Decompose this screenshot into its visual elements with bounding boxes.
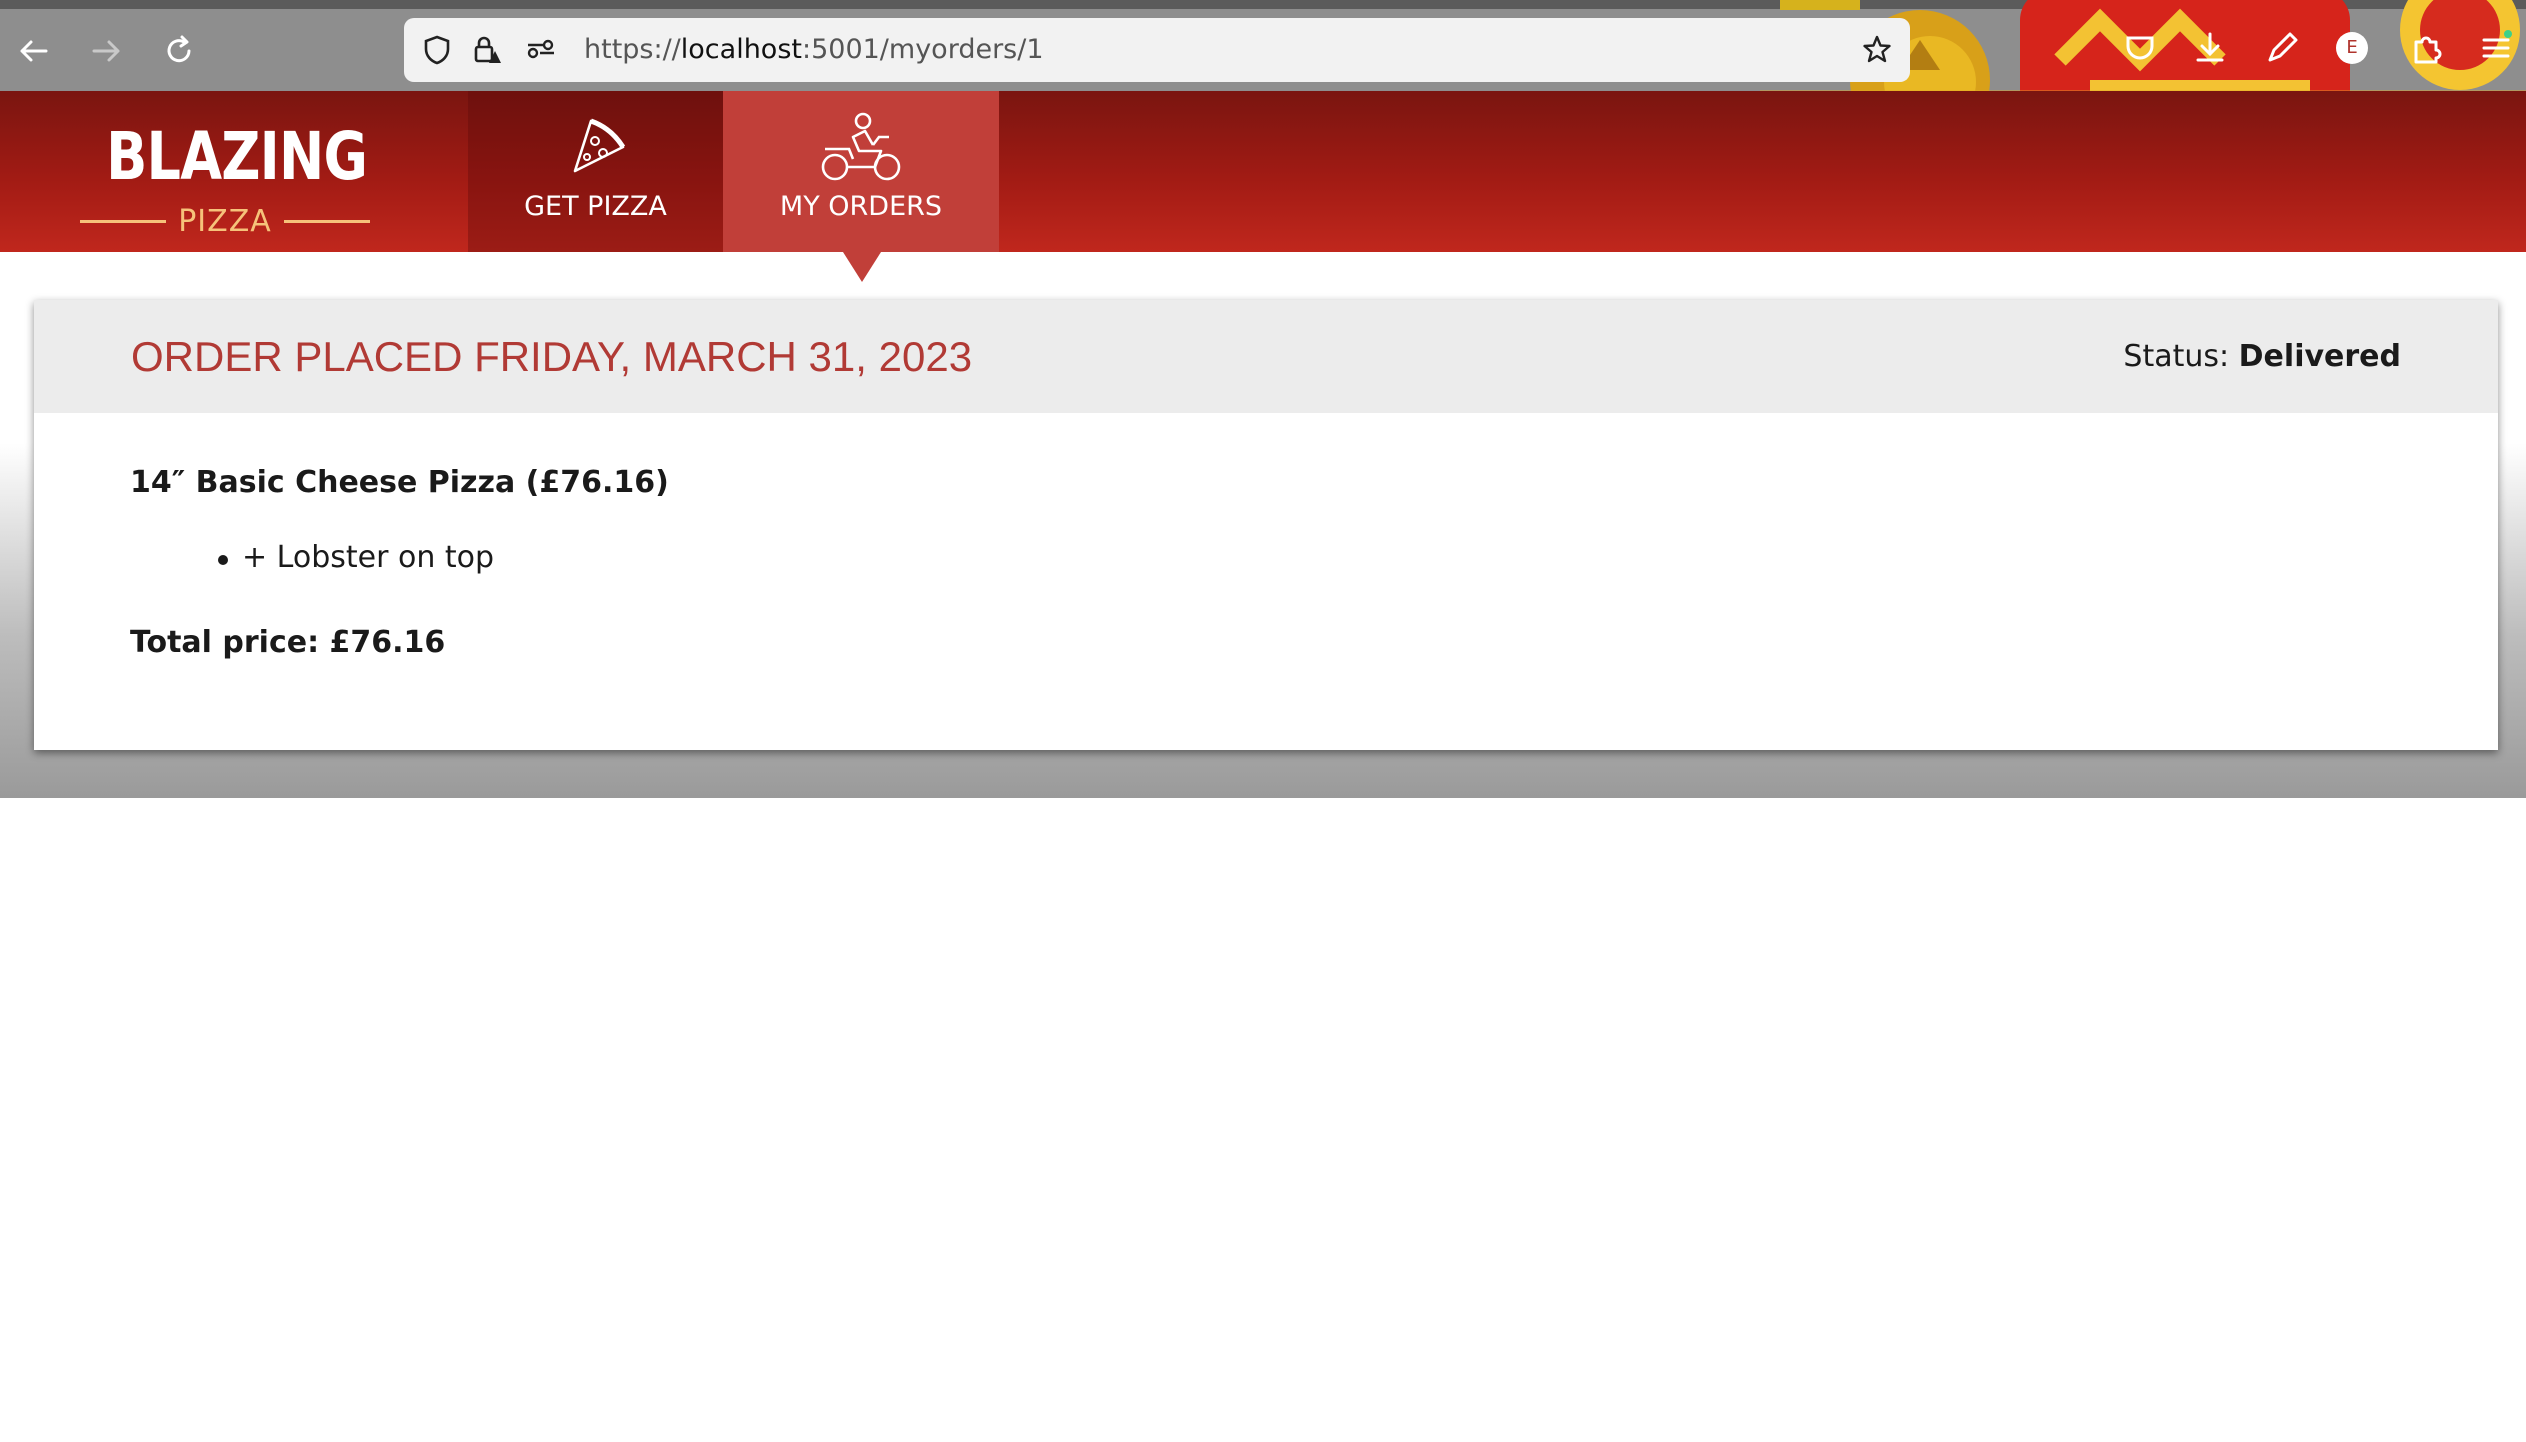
topping-list-item: + Lobster on top	[130, 540, 494, 575]
nav-tab-get-pizza[interactable]: GET PIZZA	[468, 91, 723, 252]
menu-icon[interactable]	[2476, 28, 2516, 68]
url-scheme: https://	[584, 34, 681, 65]
reload-icon	[167, 35, 191, 63]
pen-icon[interactable]	[2262, 28, 2302, 68]
avatar-initial: E	[2346, 37, 2358, 58]
url-host: localhost	[680, 34, 802, 65]
active-tab-indicator	[843, 252, 881, 282]
order-card-header: ORDER PLACED FRIDAY, MARCH 31, 2023 Stat…	[34, 300, 2498, 413]
site-logo[interactable]: BLAZING PIZZA	[80, 118, 370, 239]
reload-button[interactable]	[158, 30, 200, 72]
shield-icon[interactable]	[420, 33, 454, 67]
pocket-icon[interactable]	[2120, 28, 2160, 68]
topping-text: + Lobster on top	[242, 540, 495, 575]
url-path: :5001/myorders/1	[801, 34, 1044, 65]
nav-get-pizza-label: GET PIZZA	[524, 191, 667, 222]
pizza-slice-icon	[573, 118, 625, 173]
site-header: BLAZING PIZZA GET PIZZA MY ORDERS	[0, 91, 2526, 252]
order-item-title: 14″ Basic Cheese Pizza (£76.16)	[130, 465, 669, 500]
back-button[interactable]	[12, 30, 54, 72]
logo-title: BLAZING	[106, 118, 368, 195]
address-bar[interactable]: https://localhost:5001/myorders/1	[404, 18, 1910, 82]
nav-my-orders-label: MY ORDERS	[779, 191, 943, 222]
order-status: Status: Delivered	[2123, 300, 2401, 413]
permissions-icon[interactable]	[524, 33, 558, 67]
delivery-scooter-icon	[821, 112, 901, 181]
logo-divider-left	[80, 219, 167, 223]
bullet-icon	[218, 555, 228, 565]
status-value: Delivered	[2238, 339, 2401, 374]
order-title: ORDER PLACED FRIDAY, MARCH 31, 2023	[131, 333, 973, 380]
arrow-right-icon	[92, 40, 120, 62]
arrow-left-icon	[20, 40, 48, 62]
topping-list: + Lobster on top	[130, 540, 494, 575]
forward-button[interactable]	[86, 30, 128, 72]
status-label: Status:	[2123, 339, 2230, 374]
download-icon[interactable]	[2190, 28, 2230, 68]
order-card: ORDER PLACED FRIDAY, MARCH 31, 2023 Stat…	[34, 300, 2498, 750]
url-text[interactable]: https://localhost:5001/myorders/1	[584, 18, 1044, 82]
logo-divider-right	[283, 219, 370, 223]
extensions-icon[interactable]	[2406, 28, 2446, 68]
lock-warning-icon[interactable]	[470, 33, 504, 67]
order-total-price: Total price: £76.16	[130, 625, 446, 660]
logo-subtitle: PIZZA	[178, 203, 272, 239]
nav-tab-my-orders[interactable]: MY ORDERS	[723, 91, 999, 252]
account-avatar[interactable]: E	[2336, 32, 2368, 64]
browser-toolbar: https://localhost:5001/myorders/1 E	[0, 0, 2526, 91]
logo-subtitle-row: PIZZA	[80, 201, 370, 241]
star-bookmark-icon[interactable]	[1860, 33, 1894, 67]
